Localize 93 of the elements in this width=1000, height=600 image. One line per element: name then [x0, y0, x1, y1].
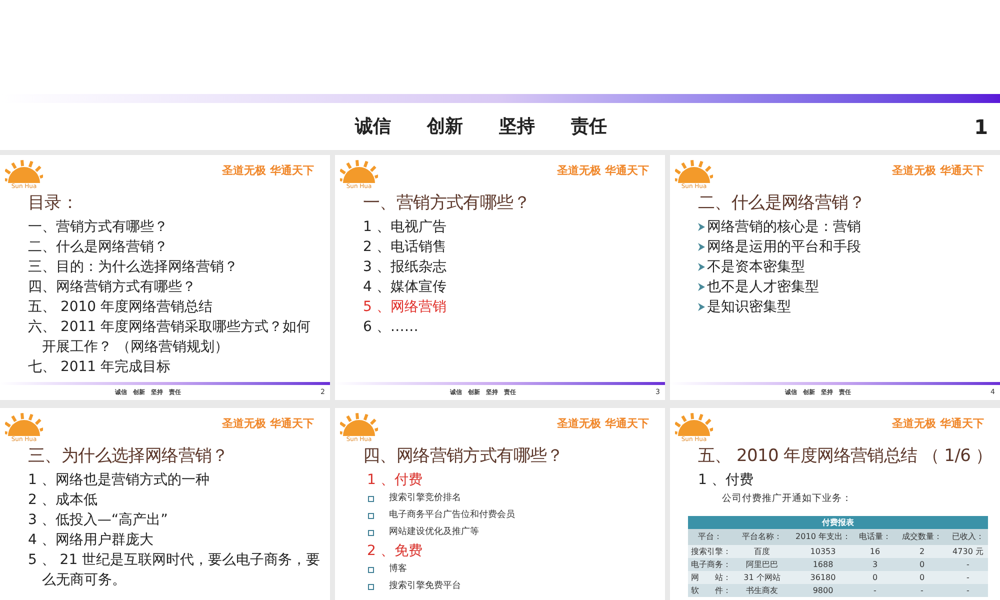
slide-text-line: 六、 2011 年度网络营销采取哪些方式？如何开展工作？ （网络营销规划）	[28, 318, 312, 357]
slide-text-line: 4 、媒体宣传	[363, 278, 448, 297]
slide-text-line: 2 、成本低	[28, 491, 98, 510]
sun-logo-icon	[5, 159, 43, 183]
slide-note: 公司付费推广开通如下业务：	[721, 492, 853, 506]
bullet-text: 网站建设优化及推广等	[389, 526, 479, 539]
slide-text-line: 1 、付费	[698, 471, 754, 490]
table-cell-text: 百度	[753, 546, 771, 558]
table-cell-text: -	[872, 585, 878, 597]
slide-title: 目录：	[28, 192, 78, 215]
column-header: 已收入：	[951, 531, 985, 543]
arrow-bullet-icon	[698, 283, 705, 291]
table-cell-text: 书生商友	[745, 585, 779, 597]
slogan: 圣道无极 华通天下	[557, 416, 649, 432]
table-cell-text: -	[966, 585, 970, 597]
column-header: 电话量：	[858, 531, 892, 543]
column-header: 2010 年支出：	[794, 531, 852, 543]
column-header: 成交数量：	[901, 531, 943, 543]
table-cell-text: 0	[918, 572, 926, 584]
slide-text-line: 3 、低投入—“高产出”	[28, 511, 169, 530]
slide-text-line: 5 、网络营销	[363, 298, 448, 317]
table-cell-text: -	[966, 572, 970, 584]
slide-text-line: 2 、电话销售	[363, 238, 448, 257]
table-cell-text: 3	[871, 559, 879, 571]
bullet-text: 网络营销的核心是：营销	[707, 218, 861, 237]
table-cell-text: 9800	[812, 585, 834, 597]
bullet-text: 电子商务平台广告位和付费会员	[389, 508, 515, 522]
slide-title: 五、 2010 年度网络营销总结 （ 1/6 ）	[698, 445, 992, 468]
bullet-text: 网络是运用的平台和手段	[707, 238, 861, 257]
bullet-text: 是知识密集型	[707, 298, 791, 317]
slogan: 圣道无极 华通天下	[557, 163, 649, 179]
bullet-text: 搜索引擎竞价排名	[389, 492, 461, 505]
table-cell-text: 软 件：	[690, 585, 732, 597]
slide-title: 一、营销方式有哪些？	[363, 192, 530, 215]
table-cell-text: 10353	[809, 546, 837, 558]
square-bullet-icon	[368, 566, 374, 572]
slide-text-line: 4 、网络用户群庞大	[28, 531, 154, 550]
table-cell-text: 2	[918, 546, 926, 558]
square-bullet-icon	[368, 530, 374, 536]
table-cell-text: 36180	[809, 572, 837, 584]
column-header: 平台名称：	[741, 531, 783, 543]
sun-logo-icon	[675, 412, 713, 436]
bullet-text: 博客	[389, 562, 407, 576]
slogan: 圣道无极 华通天下	[222, 416, 314, 432]
arrow-bullet-icon	[698, 263, 705, 271]
subheading: 2 、免费	[366, 542, 424, 561]
table-cell-text: 16	[868, 546, 882, 558]
square-bullet-icon	[368, 512, 374, 518]
slide-text-line: 三、目的：为什么选择网络营销？	[28, 258, 239, 277]
table-cell-text: 1688	[812, 559, 834, 571]
slide-text-line: 6 、……	[363, 318, 420, 337]
slide-text-line: 1 、电视广告	[363, 218, 448, 237]
slogan: 圣道无极 华通天下	[222, 163, 314, 179]
sun-logo-icon	[5, 412, 43, 436]
slide-title: 二、什么是网络营销？	[698, 192, 866, 215]
slogan: 圣道无极 华通天下	[892, 163, 984, 179]
bullet-text: 搜索引擎免费平台	[389, 580, 461, 593]
page-number: 1	[974, 114, 988, 140]
slide-text-line: 七、 2011 年完成目标	[28, 358, 172, 377]
table-cell-text: 搜索引擎：	[690, 546, 732, 558]
square-bullet-icon	[368, 584, 374, 590]
slide-text-line: 四、网络营销方式有哪些？	[28, 278, 197, 297]
slide-text-line: 二、什么是网络营销？	[28, 238, 169, 257]
slide-text-line: 五、 2010 年度网络营销总结	[28, 298, 214, 317]
table-cell-text: -	[966, 559, 970, 571]
table-cell-text: 0	[871, 572, 879, 584]
arrow-bullet-icon	[698, 303, 705, 311]
bullet-text: 也不是人才密集型	[707, 278, 819, 297]
arrow-bullet-icon	[698, 243, 705, 251]
slogan: 圣道无极 华通天下	[892, 416, 984, 432]
table-cell-text: 0	[918, 559, 926, 571]
page-motto: 诚信 创新 坚持 责任	[355, 115, 607, 139]
bullet-text: 不是资本密集型	[707, 258, 805, 277]
table-cell-text: -	[920, 585, 924, 597]
table-title: 付费报表	[688, 516, 988, 529]
column-header: 平台：	[697, 531, 723, 543]
subheading: 1 、付费	[366, 471, 424, 490]
table-cell-text: 4730 元	[952, 546, 984, 558]
sun-logo-icon	[340, 412, 378, 436]
arrow-bullet-icon	[698, 223, 705, 231]
slide-title: 三、为什么选择网络营销？	[28, 445, 228, 468]
slide-text-line: 1 、网络也是营销方式的一种	[28, 471, 210, 490]
sun-logo-icon	[340, 159, 378, 183]
slide-text-line: 3 、报纸杂志	[363, 258, 448, 277]
slide-text-line: 5 、 21 世纪是互联网时代，要么电子商务，要么无商可务。	[28, 551, 322, 590]
slide-title: 四、网络营销方式有哪些？	[363, 445, 564, 468]
table-cell-text: 网 站：	[690, 572, 732, 584]
square-bullet-icon	[368, 496, 374, 502]
sun-logo-icon	[675, 159, 713, 183]
table-cell-text: 阿里巴巴	[745, 559, 779, 571]
slide-text-line: 一、营销方式有哪些？	[28, 218, 169, 237]
table-cell-text: 31 个网站	[742, 572, 782, 584]
table-cell-text: 电子商务：	[690, 559, 732, 571]
